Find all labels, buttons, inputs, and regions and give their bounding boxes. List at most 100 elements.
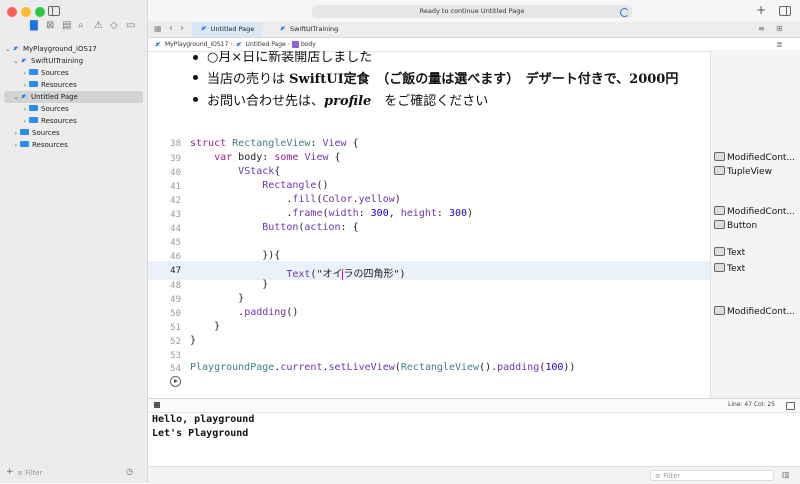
code-line-current[interactable]: Text("オイラの四角形")	[190, 265, 406, 280]
code-line[interactable]: PlaygroundPage.current.setLiveView(Recta…	[190, 362, 575, 373]
line-number: 54	[170, 364, 181, 374]
quick-look-icon[interactable]	[714, 247, 725, 256]
folder-icon	[20, 141, 29, 147]
tree-item-label: Resources	[32, 141, 68, 149]
line-number: 52	[170, 337, 181, 347]
filter-icon: ≡	[655, 472, 661, 480]
tree-item-resources[interactable]: › Resources	[4, 79, 143, 91]
breadcrumb-item[interactable]: MyPlayground_iOS17	[148, 41, 228, 48]
folder-icon	[29, 69, 38, 75]
tree-item-resources[interactable]: › Resources	[4, 115, 143, 127]
result-item[interactable]: TupleView	[714, 166, 772, 177]
tab-swiftuitraining[interactable]: SwiftUITraining	[265, 22, 375, 37]
related-items-icon[interactable]: ▦	[154, 24, 162, 33]
add-icon[interactable]: +	[6, 467, 14, 477]
tree-item-sources[interactable]: › Sources	[4, 103, 143, 115]
quick-look-icon[interactable]	[714, 306, 725, 315]
code-line[interactable]: }){	[190, 250, 280, 261]
console-toggle-icon[interactable]	[786, 402, 795, 410]
quick-look-icon[interactable]	[714, 166, 725, 175]
markup-text: お問い合わせ先は、	[207, 94, 325, 109]
result-label: Text	[727, 264, 746, 274]
code-line[interactable]: Button(action: {	[190, 222, 358, 233]
property-icon	[291, 41, 299, 48]
find-navigator-icon[interactable]: ⌕	[78, 20, 84, 31]
code-line[interactable]: struct RectangleView: View {	[190, 138, 359, 149]
source-control-icon[interactable]: ⊠	[46, 20, 54, 31]
markup-italic: profile	[324, 94, 372, 109]
tree-item-sources[interactable]: › Sources	[4, 67, 143, 79]
line-number: 53	[170, 351, 181, 361]
folder-icon	[29, 81, 38, 87]
sidebar-toggle-icon[interactable]	[48, 6, 60, 16]
quick-look-icon[interactable]	[714, 206, 725, 215]
run-button[interactable]	[170, 376, 181, 387]
navigator-filter[interactable]: ≡ Filter	[17, 468, 137, 479]
code-line[interactable]: }	[190, 279, 268, 290]
folder-icon	[29, 117, 38, 123]
stop-icon[interactable]	[154, 402, 160, 408]
minimize-window-button[interactable]	[21, 7, 31, 17]
result-item[interactable]: ModifiedCont...	[714, 152, 795, 163]
breadcrumb-item[interactable]: body	[291, 41, 316, 48]
markup-text: をご確認ください	[371, 94, 489, 109]
forward-arrow-icon[interactable]: ›	[180, 23, 184, 34]
activity-status: Ready to continue Untitled Page	[312, 5, 632, 18]
code-line[interactable]: VStack{	[190, 166, 280, 177]
result-item[interactable]: ModifiedCont...	[714, 206, 795, 217]
console-output-line: Hello, playground	[152, 414, 255, 425]
tree-item-project[interactable]: ⌄ MyPlayground_iOS17	[4, 43, 143, 55]
code-line[interactable]: }	[190, 335, 196, 346]
line-number-current: 47	[170, 266, 181, 276]
debug-bar: Line: 47 Col: 25	[148, 398, 800, 413]
swift-icon	[200, 25, 207, 31]
quick-look-icon[interactable]	[714, 220, 725, 229]
add-icon[interactable]: +	[756, 3, 766, 17]
markup-line: ○月×日に新装開店しました	[207, 51, 373, 65]
result-item[interactable]: Text	[714, 247, 745, 258]
result-item[interactable]: ModifiedCont...	[714, 306, 795, 317]
project-navigator-icon[interactable]: ▇	[30, 20, 38, 31]
code-line[interactable]: var body: some View {	[190, 152, 340, 163]
tree-item-swiftuitraining[interactable]: ⌄ SwiftUITraining	[4, 55, 143, 67]
test-navigator-icon[interactable]: ◇	[110, 20, 118, 31]
close-window-button[interactable]	[7, 7, 17, 17]
zoom-window-button[interactable]	[35, 7, 45, 17]
tree-item-label: Sources	[41, 69, 69, 77]
recent-files-icon[interactable]: ◷	[126, 467, 133, 476]
line-number: 45	[170, 238, 181, 248]
quick-look-icon[interactable]	[714, 152, 725, 161]
line-number: 50	[170, 309, 181, 319]
code-line[interactable]: }	[190, 293, 244, 304]
tree-item-sources[interactable]: › Sources	[4, 127, 143, 139]
code-line[interactable]: }	[190, 321, 220, 332]
line-number: 40	[170, 168, 181, 178]
trash-icon[interactable]: ▥	[782, 470, 790, 479]
breakpoint-navigator-icon[interactable]: ▭	[126, 20, 135, 31]
breadcrumb-item[interactable]: Untitled Page	[235, 41, 286, 48]
tree-item-resources[interactable]: › Resources	[4, 139, 143, 151]
back-arrow-icon[interactable]: ‹	[169, 23, 173, 34]
console-filter[interactable]: ≡ Filter	[650, 470, 774, 481]
result-item[interactable]: Button	[714, 220, 757, 231]
quick-look-icon[interactable]	[714, 263, 725, 272]
tree-item-label: Resources	[41, 117, 77, 125]
code-line[interactable]: Rectangle()	[190, 180, 328, 191]
symbol-navigator-icon[interactable]: ▤	[62, 20, 71, 31]
code-line[interactable]: .frame(width: 300, height: 300)	[190, 208, 473, 219]
code-line[interactable]: .fill(Color.yellow)	[190, 194, 400, 205]
code-line[interactable]: .padding()	[190, 307, 298, 318]
inspector-toggle-icon[interactable]	[779, 6, 791, 16]
tree-item-untitled-page[interactable]: ⌄ Untitled Page	[4, 91, 143, 103]
chevron-right-icon[interactable]: ›	[12, 140, 20, 152]
issue-navigator-icon[interactable]: ⚠	[94, 20, 103, 31]
swift-icon	[20, 57, 28, 63]
line-number: 49	[170, 295, 181, 305]
bullet	[193, 55, 198, 60]
tab-untitled-page[interactable]: Untitled Page	[192, 22, 262, 37]
line-number: 46	[170, 252, 181, 262]
code-line[interactable]	[190, 236, 196, 247]
editor-options-icon[interactable]: ≡	[758, 24, 765, 33]
add-editor-icon[interactable]: ⊞	[776, 24, 783, 33]
result-item[interactable]: Text	[714, 263, 746, 274]
